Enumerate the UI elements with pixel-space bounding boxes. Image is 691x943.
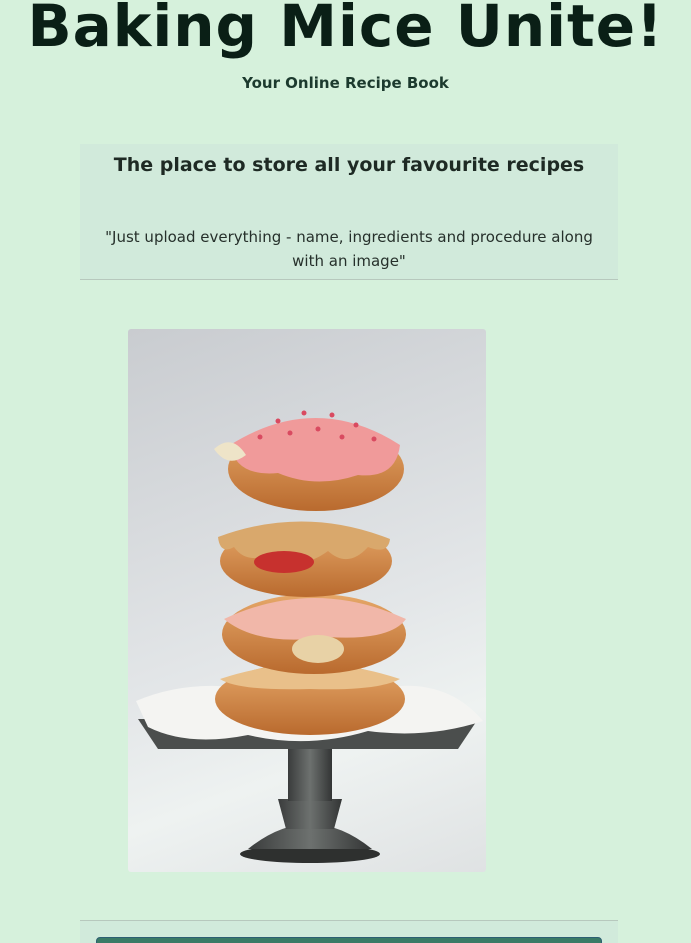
footer-button[interactable]	[96, 937, 602, 943]
intro-quote: "Just upload everything - name, ingredie…	[105, 228, 593, 270]
hero-image	[128, 329, 486, 872]
footer-card	[80, 920, 618, 943]
site-subtitle: Your Online Recipe Book	[242, 74, 449, 92]
intro-card: The place to store all your favourite re…	[80, 144, 618, 280]
site-title: Baking Mice Unite!	[27, 0, 664, 60]
intro-heading: The place to store all your favourite re…	[113, 154, 585, 176]
doughnut-stack-illustration	[136, 410, 483, 863]
page: Baking Mice Unite! Your Online Recipe Bo…	[0, 0, 691, 943]
